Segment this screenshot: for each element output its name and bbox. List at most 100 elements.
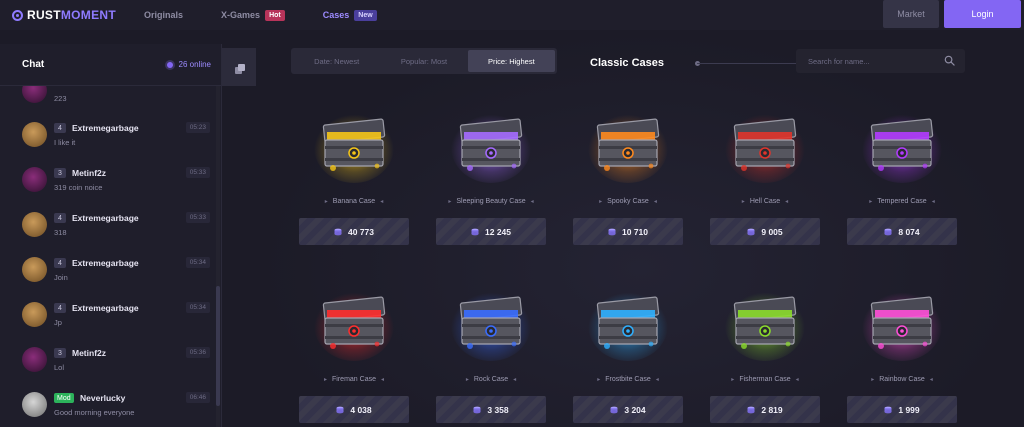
case-card[interactable]: Hell Case 9 005 (710, 102, 820, 252)
collapse-chat-button[interactable] (222, 48, 256, 86)
coin-stack-icon (884, 406, 892, 413)
message-text: I like it (54, 138, 76, 147)
nav-originals[interactable]: Originals (144, 10, 183, 20)
open-case-price-button[interactable]: 4 038 (299, 396, 409, 423)
rainbow-case-icon[interactable] (859, 280, 945, 366)
top-bar: RUSTMOMENT Originals X-Games Hot Cases N… (0, 0, 1024, 30)
case-card[interactable]: Rainbow Case 1 999 (847, 280, 957, 427)
case-price: 8 074 (898, 226, 920, 237)
chat-panel: Chat 26 online 223 4 Extremegarbage I like … (0, 44, 222, 427)
banana-case-icon[interactable] (311, 102, 397, 188)
message-time: 05:33 (185, 167, 210, 178)
spooky-case-icon[interactable] (585, 102, 671, 188)
tempered-case-icon[interactable] (859, 102, 945, 188)
fireman-case-icon[interactable] (311, 280, 397, 366)
online-label: 26 online (178, 60, 211, 69)
logo-icon (12, 9, 23, 21)
sort-filters: Date: Newest Popular: Most Price: Highes… (291, 48, 557, 74)
case-price: 10 710 (622, 226, 648, 237)
chat-title: Chat (22, 59, 45, 70)
open-case-price-button[interactable]: 1 999 (847, 396, 957, 423)
coin-stack-icon (884, 228, 892, 235)
case-card[interactable]: Frostbite Case 3 204 (573, 280, 683, 427)
chat-scrollbar[interactable] (216, 86, 220, 427)
chat-message: 4 Extremegarbage Join 05:34 (22, 257, 212, 293)
avatar[interactable] (22, 122, 47, 147)
fisherman-case-icon[interactable] (722, 280, 808, 366)
username[interactable]: Extremegarbage (72, 213, 139, 223)
case-name: Fireman Case (299, 376, 409, 383)
username[interactable]: Extremegarbage (72, 303, 139, 313)
avatar[interactable] (22, 86, 47, 103)
chat-scroll-thumb[interactable] (216, 286, 220, 406)
case-card[interactable]: Spooky Case 10 710 (573, 102, 683, 252)
case-name: Rock Case (436, 376, 546, 383)
case-name: Sleeping Beauty Case (436, 198, 546, 205)
chat-message: 4 Extremegarbage I like it 05:23 (22, 122, 212, 158)
case-name: Fisherman Case (710, 376, 820, 383)
chat-header: Chat 26 online (0, 44, 221, 86)
open-case-price-button[interactable]: 12 245 (436, 218, 546, 245)
login-button[interactable]: Login (944, 0, 1021, 28)
open-case-price-button[interactable]: 9 005 (710, 218, 820, 245)
username[interactable]: Neverlucky (80, 393, 125, 403)
title-divider (697, 63, 797, 64)
open-case-price-button[interactable]: 3 358 (436, 396, 546, 423)
avatar[interactable] (22, 257, 47, 282)
market-button[interactable]: Market (883, 0, 939, 28)
avatar[interactable] (22, 392, 47, 417)
nav-x-games[interactable]: X-Games Hot (221, 9, 285, 21)
search-input[interactable] (808, 53, 938, 69)
hell-case-icon[interactable] (722, 102, 808, 188)
coin-stack-icon (471, 228, 479, 235)
avatar[interactable] (22, 347, 47, 372)
rock-case-icon[interactable] (448, 280, 534, 366)
message-time: 06:46 (185, 392, 210, 403)
search-box (796, 49, 965, 73)
username[interactable]: Extremegarbage (72, 258, 139, 268)
username[interactable]: Metinf2z (72, 168, 106, 178)
open-case-price-button[interactable]: 2 819 (710, 396, 820, 423)
search-icon[interactable] (944, 55, 955, 66)
avatar[interactable] (22, 212, 47, 237)
case-card[interactable]: Tempered Case 8 074 (847, 102, 957, 252)
case-name: Frostbite Case (573, 376, 683, 383)
open-case-price-button[interactable]: 10 710 (573, 218, 683, 245)
level-badge: 4 (54, 123, 66, 133)
level-badge: 3 (54, 348, 66, 358)
online-count: 26 online (166, 60, 211, 69)
coin-stack-icon (610, 406, 618, 413)
open-case-price-button[interactable]: 8 074 (847, 218, 957, 245)
username[interactable]: Extremegarbage (72, 123, 139, 133)
main-nav: Originals X-Games Hot Cases New (144, 9, 415, 21)
case-card[interactable]: Fireman Case 4 038 (299, 280, 409, 427)
filter-popular-most[interactable]: Popular: Most (380, 50, 467, 72)
coin-stack-icon (608, 228, 616, 235)
filter-date-newest[interactable]: Date: Newest (293, 50, 380, 72)
case-card[interactable]: Sleeping Beauty Case 12 245 (436, 102, 546, 252)
message-time: 05:23 (185, 122, 210, 133)
frostbite-case-icon[interactable] (585, 280, 671, 366)
nav-label: Cases (322, 10, 350, 20)
hot-badge: Hot (265, 9, 285, 21)
case-card[interactable]: Fisherman Case 2 819 (710, 280, 820, 427)
case-card[interactable]: Rock Case 3 358 (436, 280, 546, 427)
avatar[interactable] (22, 302, 47, 327)
avatar[interactable] (22, 167, 47, 192)
filter-price-highest[interactable]: Price: Highest (467, 50, 555, 72)
message-time: 05:34 (185, 257, 210, 268)
sleeping-beauty-case-icon[interactable] (448, 102, 534, 188)
coin-stack-icon (747, 228, 755, 235)
case-name: Rainbow Case (847, 376, 957, 383)
open-case-price-button[interactable]: 40 773 (299, 218, 409, 245)
nav-cases[interactable]: Cases New (322, 9, 377, 21)
open-case-price-button[interactable]: 3 204 (573, 396, 683, 423)
case-price: 4 038 (350, 404, 372, 415)
chat-messages[interactable]: 223 4 Extremegarbage I like it 05:23 3 Metinf2… (0, 86, 216, 427)
username[interactable]: Metinf2z (72, 348, 106, 358)
logo[interactable]: RUSTMOMENT (12, 8, 116, 22)
message-text: Lol (54, 363, 65, 372)
case-name: Spooky Case (573, 198, 683, 205)
case-card[interactable]: Banana Case 40 773 (299, 102, 409, 252)
new-badge: New (354, 9, 377, 21)
